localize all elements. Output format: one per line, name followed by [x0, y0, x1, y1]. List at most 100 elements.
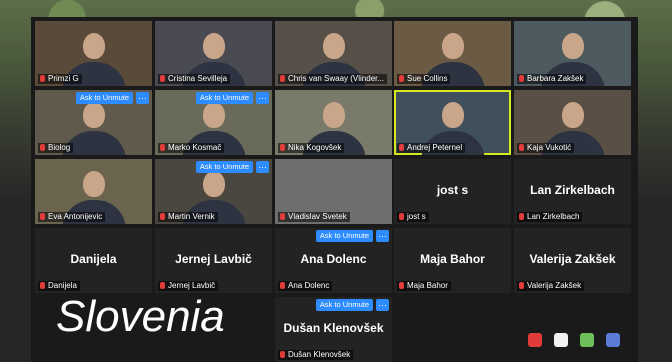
participant-name-label: Marko Kosmač	[158, 143, 225, 153]
participant-name-label: Chris van Swaay (Vlinder...	[278, 74, 388, 84]
participant-name-label: Nika Kogovšek	[278, 143, 345, 153]
muted-mic-icon	[160, 282, 165, 289]
share-icon[interactable]	[580, 333, 594, 347]
participant-display-name: Ana Dolenc	[300, 252, 367, 266]
muted-mic-icon	[280, 282, 285, 289]
person-head	[322, 102, 345, 128]
more-options-button[interactable]: …	[256, 92, 269, 104]
muted-mic-icon	[40, 144, 45, 151]
participant-name: Sue Collins	[407, 74, 448, 83]
reactions-icon[interactable]	[554, 333, 568, 347]
ask-to-unmute-button[interactable]: Ask to Unmute	[315, 299, 373, 311]
muted-mic-icon	[280, 144, 285, 151]
muted-mic-icon	[399, 75, 404, 82]
participant-tile[interactable]: Maja Bahor Maja Bahor	[394, 228, 511, 293]
muted-mic-icon	[280, 213, 285, 220]
muted-mic-icon	[519, 144, 524, 151]
participant-name: Primzi G	[48, 74, 79, 83]
participant-name-label: Martin Vernik	[158, 212, 218, 222]
participant-tile[interactable]: Biolog Ask to Unmute…	[35, 90, 152, 155]
participant-name-label: Primzi G	[38, 74, 82, 84]
participant-name-label: Andrej Peternel	[397, 143, 466, 153]
participant-name-label: Barbara Zakšek	[517, 74, 587, 84]
participant-tile[interactable]: Dušan Klenovšek Dušan Klenovšek Ask to Unm…	[275, 297, 392, 362]
participant-tile[interactable]: Chris van Swaay (Vlinder...	[275, 21, 392, 86]
person-head	[82, 171, 105, 197]
participant-tile[interactable]: Lan Zirkelbach Lan Zirkelbach	[514, 159, 631, 224]
participant-display-name: Maja Bahor	[420, 252, 485, 266]
participant-name: Andrej Peternel	[407, 143, 463, 152]
participant-name: Danijela	[48, 281, 77, 290]
participant-name: Nika Kogovšek	[288, 143, 342, 152]
participant-name-label: Sue Collins	[397, 74, 451, 84]
participant-name-label: Eva Antonijevic	[38, 212, 106, 222]
participant-name: Biolog	[48, 143, 71, 152]
participant-display-name: Lan Zirkelbach	[530, 183, 615, 197]
participant-tile[interactable]: Primzi G	[35, 21, 152, 86]
participant-tile[interactable]: Jernej Lavbič Jernej Lavbič	[155, 228, 272, 293]
participant-name: Valerija Zakšek	[527, 281, 582, 290]
participant-tile[interactable]: Nika Kogovšek	[275, 90, 392, 155]
more-options-button[interactable]: …	[376, 230, 389, 242]
participant-display-name: Jernej Lavbič	[175, 252, 252, 266]
participant-name-label: jost s	[397, 212, 429, 222]
participant-name: Ana Dolenc	[288, 281, 330, 290]
person-head	[202, 102, 225, 128]
participant-name-label: Maja Bahor	[397, 281, 451, 291]
muted-mic-icon	[280, 351, 285, 358]
participant-name: Cristina Sevilleja	[168, 74, 228, 83]
person-head	[561, 102, 584, 128]
participant-tile[interactable]: Sue Collins	[394, 21, 511, 86]
more-options-button[interactable]: …	[136, 92, 149, 104]
participant-tile[interactable]: Vladislav Svetek	[275, 159, 392, 224]
participant-name-label: Jernej Lavbič	[158, 281, 219, 291]
ask-to-unmute-button[interactable]: Ask to Unmute	[195, 92, 253, 104]
muted-mic-icon	[519, 75, 524, 82]
person-head	[322, 33, 345, 59]
participant-name: Martin Vernik	[168, 212, 215, 221]
participant-tile[interactable]: Kaja Vukotić	[514, 90, 631, 155]
muted-mic-icon	[160, 75, 165, 82]
participant-name-label: Danijela	[38, 281, 80, 291]
person-head	[202, 33, 225, 59]
person-head	[441, 102, 464, 128]
participant-tile[interactable]: Andrej Peternel	[394, 90, 511, 155]
muted-mic-icon	[40, 282, 45, 289]
participant-name-label: Dušan Klenovšek	[278, 350, 354, 360]
more-options-button[interactable]: …	[256, 161, 269, 173]
participant-display-name: Danijela	[70, 252, 117, 266]
participant-name: Lan Zirkelbach	[527, 212, 580, 221]
participant-name: Kaja Vukotić	[527, 143, 572, 152]
participant-tile[interactable]: Marko Kosmač Ask to Unmute…	[155, 90, 272, 155]
muted-mic-icon	[399, 213, 404, 220]
muted-mic-icon	[40, 75, 45, 82]
muted-mic-icon	[40, 213, 45, 220]
chat-icon[interactable]	[528, 333, 542, 347]
participant-tile[interactable]: Danijela Danijela	[35, 228, 152, 293]
participant-tile[interactable]: Barbara Zakšek	[514, 21, 631, 86]
participant-name: Chris van Swaay (Vlinder...	[288, 74, 385, 83]
participant-tile[interactable]: Valerija Zakšek Valerija Zakšek	[514, 228, 631, 293]
apps-icon[interactable]	[606, 333, 620, 347]
participant-tile[interactable]: Eva Antonijevic	[35, 159, 152, 224]
person-head	[202, 171, 225, 197]
participant-name-label: Vladislav Svetek	[278, 212, 350, 222]
more-options-button[interactable]: …	[376, 299, 389, 311]
participant-tile[interactable]: Ana Dolenc Ana Dolenc Ask to Unmute…	[275, 228, 392, 293]
person-head	[82, 33, 105, 59]
ask-to-unmute-button[interactable]: Ask to Unmute	[315, 230, 373, 242]
participant-display-name: Valerija Zakšek	[529, 252, 616, 266]
participant-tile[interactable]: Martin Vernik Ask to Unmute…	[155, 159, 272, 224]
participant-name-label: Ana Dolenc	[278, 281, 333, 291]
participant-name: Dušan Klenovšek	[288, 350, 351, 359]
participant-tile[interactable]: jost s jost s	[394, 159, 511, 224]
muted-mic-icon	[399, 144, 404, 151]
participant-tile[interactable]: Cristina Sevilleja	[155, 21, 272, 86]
ask-to-unmute-button[interactable]: Ask to Unmute	[75, 92, 133, 104]
muted-mic-icon	[519, 282, 524, 289]
muted-mic-icon	[519, 213, 524, 220]
participant-name-label: Lan Zirkelbach	[517, 212, 583, 222]
person-head	[441, 33, 464, 59]
ask-to-unmute-button[interactable]: Ask to Unmute	[195, 161, 253, 173]
participant-display-name: jost s	[436, 183, 469, 197]
